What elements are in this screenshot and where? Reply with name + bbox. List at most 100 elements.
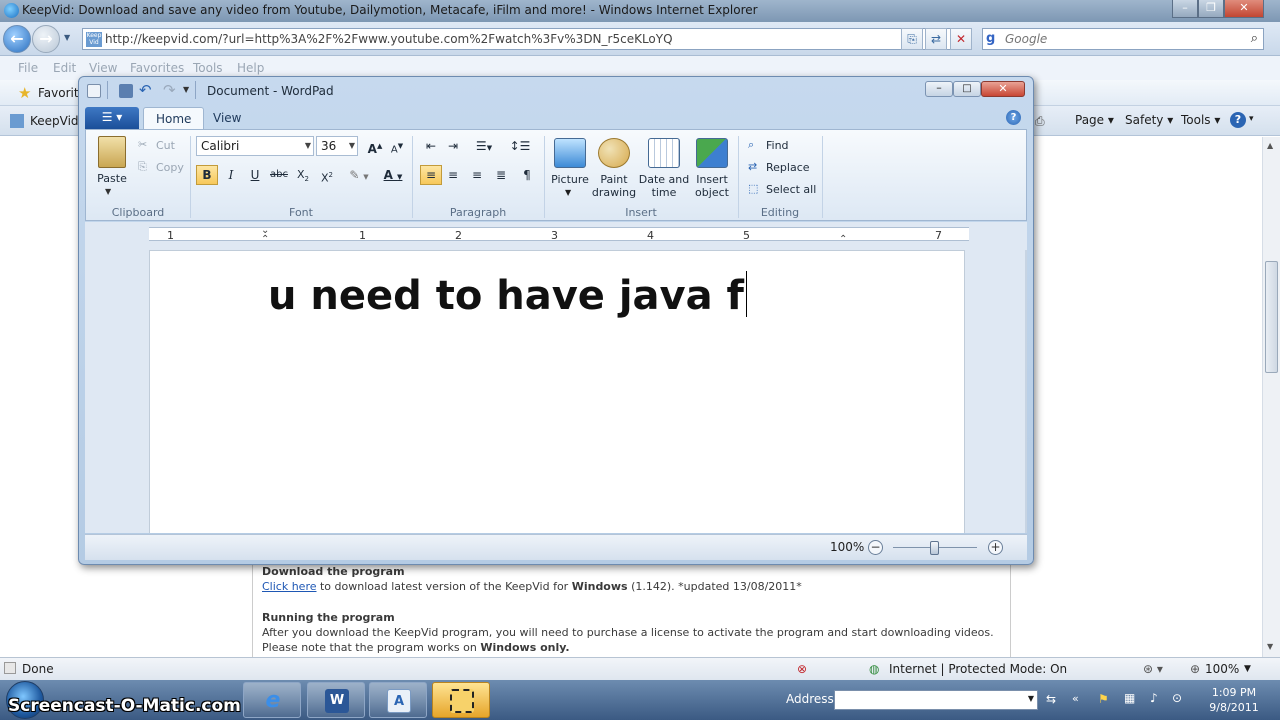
find-icon[interactable]: ⌕ [748, 138, 754, 152]
copy-button[interactable]: Copy [156, 161, 184, 174]
grow-font-button[interactable]: A▲ [364, 136, 386, 156]
picture-icon[interactable] [554, 138, 586, 168]
taskbar-address-dropdown-icon[interactable]: ▼ [1028, 694, 1034, 703]
paste-icon[interactable] [98, 136, 126, 168]
increase-indent-icon[interactable]: ⇥ [442, 136, 464, 156]
help-icon[interactable]: ? [1230, 112, 1246, 128]
address-bar[interactable]: Keep Vid http://keepvid.com/?url=http%3A%… [82, 28, 972, 50]
refresh-icon[interactable]: ⇄ [925, 28, 947, 50]
favorites-button[interactable]: Favorit [38, 86, 79, 100]
stop-icon[interactable]: ✕ [950, 28, 972, 50]
search-input[interactable] [1005, 31, 1235, 47]
favorites-star-icon[interactable]: ★ [18, 84, 31, 102]
align-left-icon[interactable]: ≡ [420, 165, 442, 185]
align-center-icon[interactable]: ≡ [442, 165, 464, 185]
tray-flag-icon[interactable]: ⚑ [1098, 692, 1109, 706]
line-spacing-icon[interactable]: ↕☰ [504, 136, 536, 156]
right-indent-marker[interactable]: ⌃ [839, 234, 847, 245]
italic-button[interactable]: I [220, 165, 242, 185]
menu-help[interactable]: Help [237, 61, 264, 75]
close-icon[interactable]: ✕ [1224, 0, 1264, 18]
qat-customize-icon[interactable]: ▼ [183, 85, 189, 94]
history-dropdown-icon[interactable]: ▼ [64, 33, 70, 42]
select-all-button[interactable]: Select all [766, 183, 816, 196]
picture-button[interactable]: Picture [548, 173, 592, 186]
search-icon[interactable]: ⌕ [1251, 31, 1258, 46]
menu-favorites[interactable]: Favorites [130, 61, 184, 75]
select-all-icon[interactable]: ⬚ [748, 182, 758, 195]
taskbar-ie-button[interactable]: e [243, 682, 301, 718]
cut-icon[interactable]: ✂ [138, 138, 147, 151]
page-menu-button[interactable]: Page ▾ [1075, 113, 1114, 127]
replace-button[interactable]: Replace [766, 161, 810, 174]
taskbar-wordpad-button[interactable]: A [369, 682, 427, 718]
insert-object-icon[interactable] [696, 138, 728, 168]
tab-home[interactable]: Home [143, 107, 205, 129]
wordpad-app-menu-icon[interactable] [87, 84, 101, 98]
maximize-icon[interactable]: ❐ [1198, 0, 1224, 18]
volume-icon[interactable]: ♪ [1150, 691, 1158, 705]
text-color-button[interactable]: A ▼ [378, 165, 408, 185]
menu-file[interactable]: File [18, 61, 38, 75]
paste-button[interactable]: Paste [92, 172, 132, 185]
back-button[interactable]: ← [3, 25, 31, 53]
zoom-in-icon[interactable]: + [988, 540, 1003, 555]
ruler-strip[interactable]: 1 ⌄ ⌃ 1 2 3 4 5 ⌃ 7 [149, 225, 969, 245]
tools-menu-button[interactable]: Tools ▾ [1181, 113, 1220, 127]
document-text-line[interactable]: u need to have java f [268, 271, 747, 319]
safety-menu-button[interactable]: Safety ▾ [1125, 113, 1173, 127]
tray-app-icon[interactable]: ⊙ [1172, 691, 1182, 705]
strikethrough-button[interactable]: abc [268, 165, 290, 185]
shrink-font-button[interactable]: A▼ [386, 136, 408, 156]
save-icon[interactable] [119, 84, 133, 98]
click-here-link[interactable]: Click here [262, 580, 317, 593]
scroll-up-icon[interactable]: ▲ [1267, 141, 1273, 150]
page-scrollbar[interactable]: ▲ ▼ [1262, 137, 1280, 657]
bold-button[interactable]: B [196, 165, 218, 185]
wordpad-help-icon[interactable]: ? [1006, 110, 1021, 125]
wordpad-file-menu-button[interactable]: ☰ ▾ [85, 107, 139, 129]
left-indent-marker[interactable]: ⌃ [261, 234, 269, 245]
document-page[interactable]: u need to have java f [149, 250, 965, 533]
taskbar-address-input[interactable]: ▼ [834, 690, 1038, 710]
taskbar-word-button[interactable]: W [307, 682, 365, 718]
font-size-dropdown-icon[interactable]: ▼ [349, 137, 355, 155]
find-button[interactable]: Find [766, 139, 789, 152]
wordpad-close-icon[interactable]: ✕ [981, 81, 1025, 97]
tab-view[interactable]: View [201, 107, 253, 129]
paint-drawing-button[interactable]: Paint drawing [589, 173, 639, 199]
insert-object-button[interactable]: Insert object [690, 173, 734, 199]
menu-edit[interactable]: Edit [53, 61, 76, 75]
network-icon[interactable]: ▦ [1124, 691, 1135, 705]
tray-chevron-icon[interactable]: « [1072, 692, 1079, 705]
paragraph-settings-icon[interactable]: ¶ [516, 165, 538, 185]
wordpad-minimize-icon[interactable]: – [925, 81, 953, 97]
minimize-icon[interactable]: – [1172, 0, 1198, 18]
protected-mode-icon[interactable]: ⊛ ▾ [1143, 662, 1163, 676]
date-time-button[interactable]: Date and time [638, 173, 690, 199]
document-scrollbar[interactable] [1025, 250, 1027, 533]
align-right-icon[interactable]: ≡ [466, 165, 488, 185]
font-size-select[interactable]: 36 ▼ [316, 136, 358, 156]
paste-dropdown-icon[interactable]: ▼ [105, 187, 111, 196]
replace-icon[interactable]: ⇄ [748, 160, 757, 173]
copy-icon[interactable]: ⎘ [138, 160, 147, 174]
compatibility-view-icon[interactable]: ⎘ [901, 28, 923, 50]
wordpad-maximize-icon[interactable]: □ [953, 81, 981, 97]
go-arrow-icon[interactable]: ⇆ [1046, 692, 1056, 706]
menu-tools[interactable]: Tools [193, 61, 223, 75]
taskbar-clock[interactable]: 1:09 PM 9/8/2011 [1196, 685, 1272, 715]
scrollbar-thumb[interactable] [1265, 261, 1278, 373]
paint-drawing-icon[interactable] [598, 138, 630, 168]
menu-view[interactable]: View [89, 61, 117, 75]
font-family-dropdown-icon[interactable]: ▼ [305, 137, 311, 155]
zoom-slider-thumb[interactable] [930, 541, 939, 555]
tab-keepvid[interactable]: KeepVid [30, 114, 79, 128]
font-family-select[interactable]: Calibri ▼ [196, 136, 314, 156]
scroll-down-icon[interactable]: ▼ [1267, 642, 1273, 651]
decrease-indent-icon[interactable]: ⇤ [420, 136, 442, 156]
taskbar-screencast-button[interactable] [432, 682, 490, 718]
superscript-button[interactable]: X2 [316, 165, 338, 185]
justify-icon[interactable]: ≣ [490, 165, 512, 185]
zoom-dropdown-icon[interactable]: ▼ [1244, 664, 1251, 674]
